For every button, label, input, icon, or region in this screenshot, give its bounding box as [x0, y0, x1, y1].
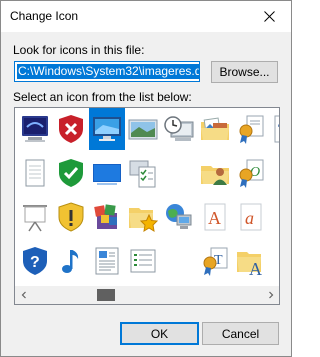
icon-cell[interactable] [17, 152, 53, 194]
icon-cell[interactable]: A [233, 240, 269, 282]
landscape-picture-icon [128, 119, 158, 140]
text-document-icon [95, 247, 119, 275]
icon-cell[interactable] [53, 152, 89, 194]
blank-icon-3 [271, 201, 280, 233]
svg-text:?: ? [30, 254, 40, 271]
chevron-right-icon [268, 291, 273, 299]
certificate-font-icon: T [203, 247, 228, 276]
icon-cell[interactable] [17, 196, 53, 238]
shield-red-x-icon [59, 115, 83, 143]
cancel-button-label: Cancel [221, 326, 260, 341]
icon-cell[interactable]: O [233, 152, 269, 194]
icon-cell[interactable]: T [197, 240, 233, 282]
close-icon [263, 11, 275, 22]
clock-monitor-icon [164, 116, 194, 141]
shield-green-check-icon [59, 159, 83, 187]
icon-list-label: Select an icon from the list below: [13, 90, 192, 104]
icon-cell[interactable] [53, 196, 89, 238]
ok-button-label: OK [150, 326, 169, 341]
icon-cell[interactable] [197, 152, 233, 194]
browse-button[interactable]: Browse... [211, 61, 278, 83]
pictures-folder-icon [201, 117, 229, 140]
font-file-icon: T [274, 115, 280, 143]
shield-warning-icon [58, 202, 84, 232]
icon-cell[interactable] [125, 240, 161, 282]
icon-cell[interactable] [17, 108, 53, 150]
blank-icon [163, 157, 195, 189]
change-icon-dialog: Change Icon Look for icons in this file:… [0, 0, 292, 357]
browse-button-label: Browse... [219, 65, 270, 79]
ok-button[interactable]: OK [120, 322, 199, 345]
icon-cell[interactable] [125, 196, 161, 238]
font-a-italic-icon: a [240, 203, 262, 231]
projector-screen-icon [23, 205, 47, 232]
blank-icon-5 [271, 245, 280, 277]
network-globe-icon [166, 204, 192, 229]
window-title: Change Icon [10, 9, 79, 23]
monitor-screensaver-icon [22, 116, 48, 142]
user-folder-icon [201, 166, 229, 185]
scrollbar-thumb[interactable] [97, 289, 115, 301]
icon-cell[interactable] [161, 240, 197, 282]
icon-cell[interactable]: ? [17, 240, 53, 282]
icon-cell[interactable] [89, 196, 125, 238]
icon-cell[interactable] [269, 152, 280, 194]
icon-cell[interactable]: a [233, 196, 269, 238]
icon-cell[interactable] [197, 108, 233, 150]
blank-icon-4 [163, 245, 195, 277]
svg-text:A: A [249, 259, 262, 277]
close-button[interactable] [247, 1, 291, 32]
svg-text:a: a [245, 208, 254, 228]
icon-cell[interactable] [53, 240, 89, 282]
file-path-input[interactable]: C:\Windows\System32\imageres.dll [14, 61, 200, 82]
icon-cell[interactable] [233, 108, 269, 150]
music-note-icon [62, 250, 79, 273]
certificate-green-icon: O [239, 159, 264, 188]
font-folder-icon: A [237, 252, 262, 277]
horizontal-scrollbar[interactable] [15, 286, 279, 304]
icon-cell[interactable] [53, 108, 89, 150]
monitor-icon [93, 117, 121, 141]
font-a-icon: A [204, 203, 226, 231]
scroll-left-button[interactable] [15, 286, 32, 304]
chevron-left-icon [21, 291, 26, 299]
shield-question-icon: ? [23, 247, 47, 275]
blue-screen-icon [93, 164, 121, 185]
cancel-button[interactable]: Cancel [202, 322, 279, 345]
scroll-right-button[interactable] [262, 286, 279, 304]
icon-cell[interactable] [89, 152, 125, 194]
star-folder-icon [129, 208, 159, 232]
document-icon [25, 159, 45, 187]
icon-cell[interactable]: A [197, 196, 233, 238]
svg-text:A: A [208, 208, 221, 228]
icon-cell[interactable] [125, 108, 161, 150]
icon-cell[interactable] [161, 196, 197, 238]
icon-cell[interactable] [89, 240, 125, 282]
icon-cell[interactable] [269, 196, 280, 238]
blank-icon-2 [271, 157, 280, 189]
icon-cell-selected[interactable] [89, 108, 125, 150]
programs-box-icon [94, 204, 117, 229]
checklist-clipboard-icon [129, 160, 156, 188]
icon-cell[interactable] [269, 240, 280, 282]
svg-text:T: T [278, 122, 280, 139]
icon-cell[interactable] [125, 152, 161, 194]
icon-cell[interactable] [161, 108, 197, 150]
list-document-icon [130, 249, 156, 273]
icon-cell[interactable]: T [269, 108, 280, 150]
icon-list[interactable]: T [14, 107, 280, 305]
title-bar[interactable]: Change Icon [1, 1, 291, 32]
certificate-ribbon-icon [239, 115, 264, 144]
icon-cell[interactable] [161, 152, 197, 194]
file-path-label: Look for icons in this file: [13, 43, 145, 57]
file-path-value: C:\Windows\System32\imageres.dll [17, 64, 199, 79]
